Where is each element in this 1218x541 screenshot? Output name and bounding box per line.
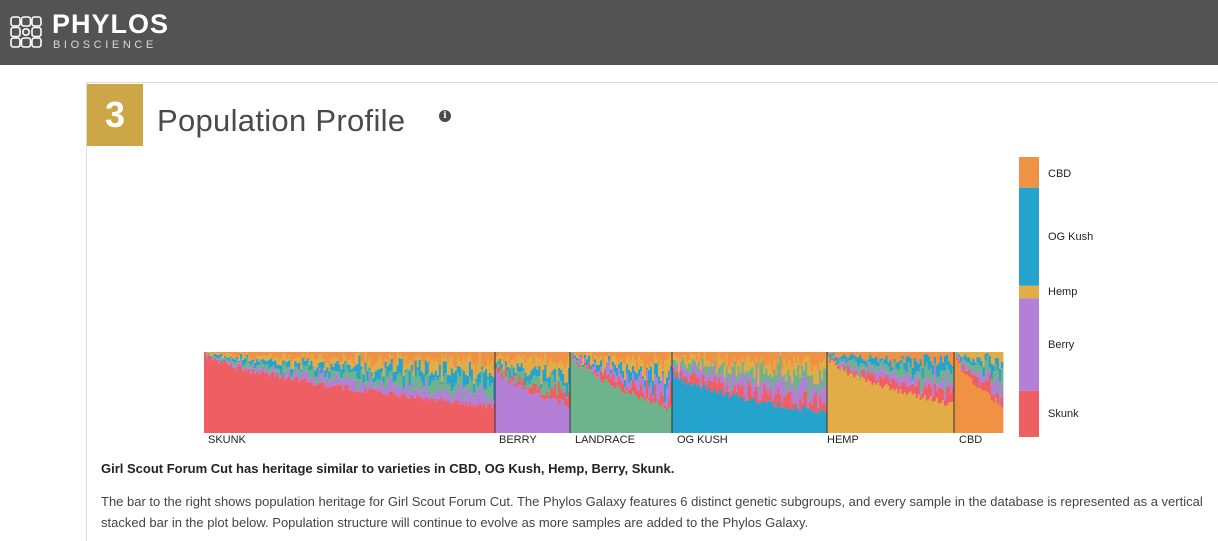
heritage-segment-og-kush xyxy=(1019,187,1039,286)
legend-label-hemp: Hemp xyxy=(1048,286,1078,298)
heritage-summary: Girl Scout Forum Cut has heritage simila… xyxy=(101,461,675,476)
heritage-segment-berry xyxy=(1019,298,1039,391)
population-structure-chart xyxy=(204,352,1004,433)
sample-bar-segment xyxy=(1000,362,1004,369)
sample-bar-segment xyxy=(1000,352,1004,363)
sample-bar-segment xyxy=(1000,383,1004,397)
brand-name[interactable]: PHYLOS xyxy=(52,10,169,38)
heritage-segment-cbd xyxy=(1019,157,1039,188)
group-label-og-kush: OG KUSH xyxy=(677,434,728,446)
sample-bar-segment xyxy=(1000,407,1004,433)
group-label-hemp: HEMP xyxy=(827,434,859,446)
sample-bar-segment xyxy=(1000,368,1004,384)
lattice-logo-icon[interactable] xyxy=(8,14,44,50)
sample-heritage-bar xyxy=(1019,157,1039,437)
legend-label-cbd: CBD xyxy=(1048,168,1072,180)
brand-subtitle: BIOSCIENCE xyxy=(53,39,157,51)
step-number-badge: 3 xyxy=(87,84,143,146)
sample-bar-segment xyxy=(1000,396,1004,408)
group-label-cbd: CBD xyxy=(959,434,983,446)
heritage-segment-skunk xyxy=(1019,390,1039,437)
heritage-description: The bar to the right shows population he… xyxy=(101,494,1203,530)
info-icon[interactable]: i xyxy=(439,110,451,122)
group-label-skunk: SKUNK xyxy=(208,434,246,446)
page-title: Population Profile xyxy=(157,103,406,138)
group-label-landrace: LANDRACE xyxy=(575,434,635,446)
legend-label-og-kush: OG Kush xyxy=(1048,231,1094,243)
heritage-segment-hemp xyxy=(1019,285,1039,299)
group-label-berry: BERRY xyxy=(499,434,537,446)
top-navigation-bar: PHYLOS BIOSCIENCE xyxy=(0,0,1218,65)
legend-label-berry: Berry xyxy=(1048,339,1075,351)
legend-label-skunk: Skunk xyxy=(1048,408,1079,420)
